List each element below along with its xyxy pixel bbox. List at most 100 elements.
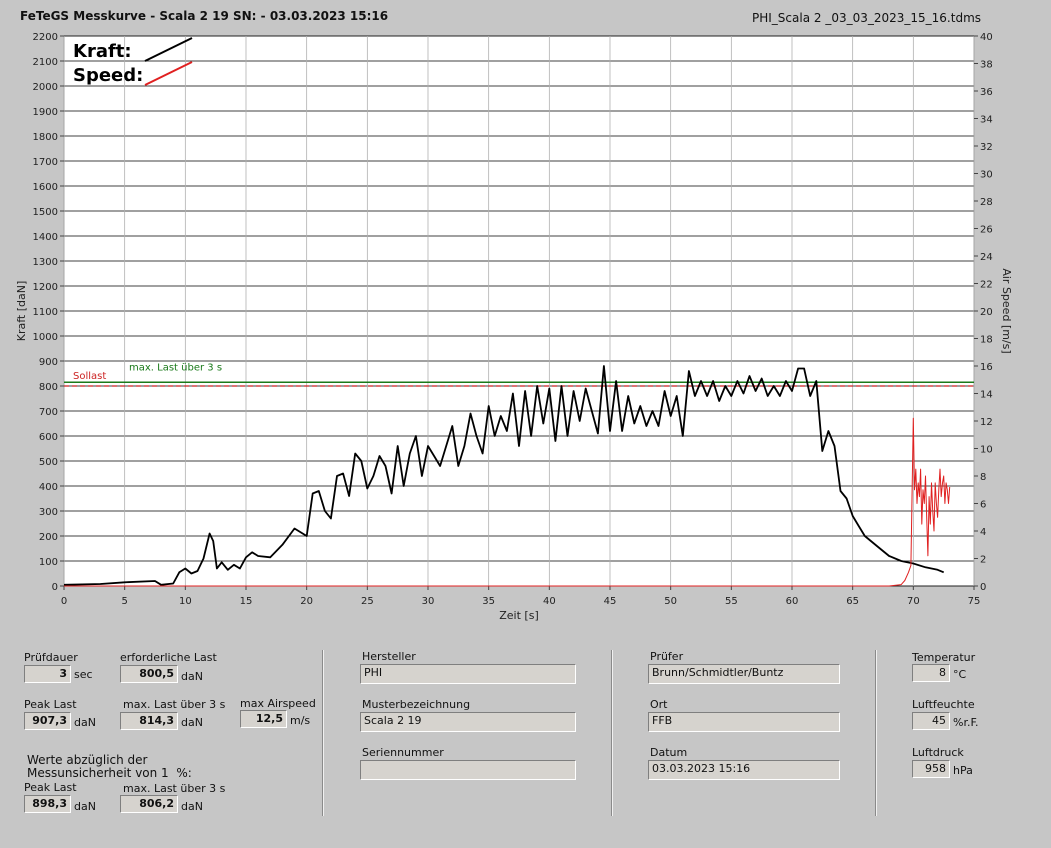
peak-last-corr-unit: daN: [74, 800, 96, 813]
x-tick-label: 10: [179, 596, 192, 607]
y-tick-label: 1600: [33, 182, 58, 193]
x-tick-label: 30: [422, 596, 435, 607]
x-tick-label: 15: [240, 596, 253, 607]
separator-1: [322, 650, 324, 816]
temperatur-field[interactable]: 8: [912, 664, 950, 682]
y-tick-label: 300: [39, 507, 58, 518]
y2-tick-label: 20: [980, 307, 993, 318]
y2-tick-label: 38: [980, 60, 993, 71]
y2-tick-label: 30: [980, 170, 993, 181]
erforderliche-last-unit: daN: [181, 670, 203, 683]
peak-last-corr-value: 898,3: [24, 795, 71, 813]
y-tick-label: 1300: [33, 257, 58, 268]
x-tick-label: 60: [786, 596, 799, 607]
y2-tick-label: 16: [980, 362, 993, 373]
erforderliche-last-value: 800,5: [120, 665, 178, 683]
max-airspeed-label: max Airspeed: [240, 697, 316, 710]
max-last-corr-value: 806,2: [120, 795, 178, 813]
sollast-line-label: Sollast: [73, 371, 106, 382]
pruefer-field[interactable]: Brunn/Schmidtler/Buntz: [648, 664, 840, 684]
y-tick-label: 1200: [33, 282, 58, 293]
hersteller-label: Hersteller: [362, 650, 416, 663]
y2-tick-label: 0: [980, 582, 986, 593]
pruefer-label: Prüfer: [650, 650, 684, 663]
x-axis-label: Zeit [s]: [499, 609, 538, 622]
legend-speed-label: Speed:: [73, 65, 143, 86]
luftfeuchte-field[interactable]: 45: [912, 712, 950, 730]
y2-tick-label: 6: [980, 500, 986, 511]
ort-field[interactable]: FFB: [648, 712, 840, 732]
y-tick-label: 1400: [33, 232, 58, 243]
musterbezeichnung-field[interactable]: Scala 2 19: [360, 712, 576, 732]
y-tick-label: 700: [39, 407, 58, 418]
y-tick-label: 600: [39, 432, 58, 443]
luftdruck-field[interactable]: 958: [912, 760, 950, 778]
datum-field[interactable]: 03.03.2023 15:16: [648, 760, 840, 780]
x-tick-label: 65: [846, 596, 859, 607]
x-tick-label: 25: [361, 596, 374, 607]
separator-2: [611, 650, 613, 816]
max-last-label: max. Last über 3 s: [123, 698, 226, 711]
pruefdauer-label: Prüfdauer: [24, 651, 78, 664]
y2-tick-label: 32: [980, 142, 993, 153]
x-tick-label: 45: [604, 596, 617, 607]
temperatur-label: Temperatur: [912, 651, 976, 664]
hersteller-field[interactable]: PHI: [360, 664, 576, 684]
separator-3: [875, 650, 877, 816]
luftfeuchte-label: Luftfeuchte: [912, 698, 975, 711]
uncertainty-note: Werte abzüglich der Messunsicherheit von…: [27, 753, 192, 780]
max-last-line-label: max. Last über 3 s: [129, 362, 222, 373]
y2-tick-label: 18: [980, 335, 993, 346]
datum-label: Datum: [650, 746, 688, 759]
pruefdauer-value: 3: [24, 665, 71, 683]
x-tick-label: 20: [300, 596, 313, 607]
peak-last-value: 907,3: [24, 712, 71, 730]
max-last-unit: daN: [181, 716, 203, 729]
x-tick-label: 50: [664, 596, 677, 607]
y-tick-label: 2100: [33, 57, 58, 68]
y-tick-label: 1500: [33, 207, 58, 218]
y-tick-label: 1700: [33, 157, 58, 168]
erforderliche-last-label: erforderliche Last: [120, 651, 217, 664]
y-tick-label: 400: [39, 482, 58, 493]
max-last-corr-label: max. Last über 3 s: [123, 782, 226, 795]
luftfeuchte-unit: %r.F.: [953, 716, 979, 729]
y2-tick-label: 12: [980, 417, 993, 428]
y-axis-label: Kraft [daN]: [15, 281, 28, 342]
y-tick-label: 2000: [33, 82, 58, 93]
y2-tick-label: 34: [980, 115, 993, 126]
y2-tick-label: 14: [980, 390, 993, 401]
y2-tick-label: 28: [980, 197, 993, 208]
pruefdauer-unit: sec: [74, 668, 93, 681]
x-tick-label: 75: [968, 596, 981, 607]
x-tick-label: 55: [725, 596, 738, 607]
x-tick-label: 40: [543, 596, 556, 607]
max-last-value: 814,3: [120, 712, 178, 730]
y-tick-label: 0: [52, 582, 58, 593]
y2-tick-label: 8: [980, 472, 986, 483]
y2-tick-label: 22: [980, 280, 993, 291]
x-tick-label: 35: [482, 596, 495, 607]
y-tick-label: 200: [39, 532, 58, 543]
legend-kraft-label: Kraft:: [73, 41, 132, 62]
y-tick-label: 1900: [33, 107, 58, 118]
seriennummer-field[interactable]: [360, 760, 576, 780]
x-tick-label: 5: [121, 596, 127, 607]
y2-tick-label: 26: [980, 225, 993, 236]
peak-last-unit: daN: [74, 716, 96, 729]
y-tick-label: 1800: [33, 132, 58, 143]
x-tick-label: 70: [907, 596, 920, 607]
y2-tick-label: 40: [980, 32, 993, 43]
y-tick-label: 1000: [33, 332, 58, 343]
y-tick-label: 1100: [33, 307, 58, 318]
y-tick-label: 100: [39, 557, 58, 568]
y-tick-label: 900: [39, 357, 58, 368]
y2-tick-label: 10: [980, 445, 993, 456]
y2-tick-label: 24: [980, 252, 993, 263]
x-tick-label: 0: [61, 596, 67, 607]
luftdruck-label: Luftdruck: [912, 746, 964, 759]
y-tick-label: 2200: [33, 32, 58, 43]
seriennummer-label: Seriennummer: [362, 746, 444, 759]
y-tick-label: 800: [39, 382, 58, 393]
y-tick-label: 500: [39, 457, 58, 468]
